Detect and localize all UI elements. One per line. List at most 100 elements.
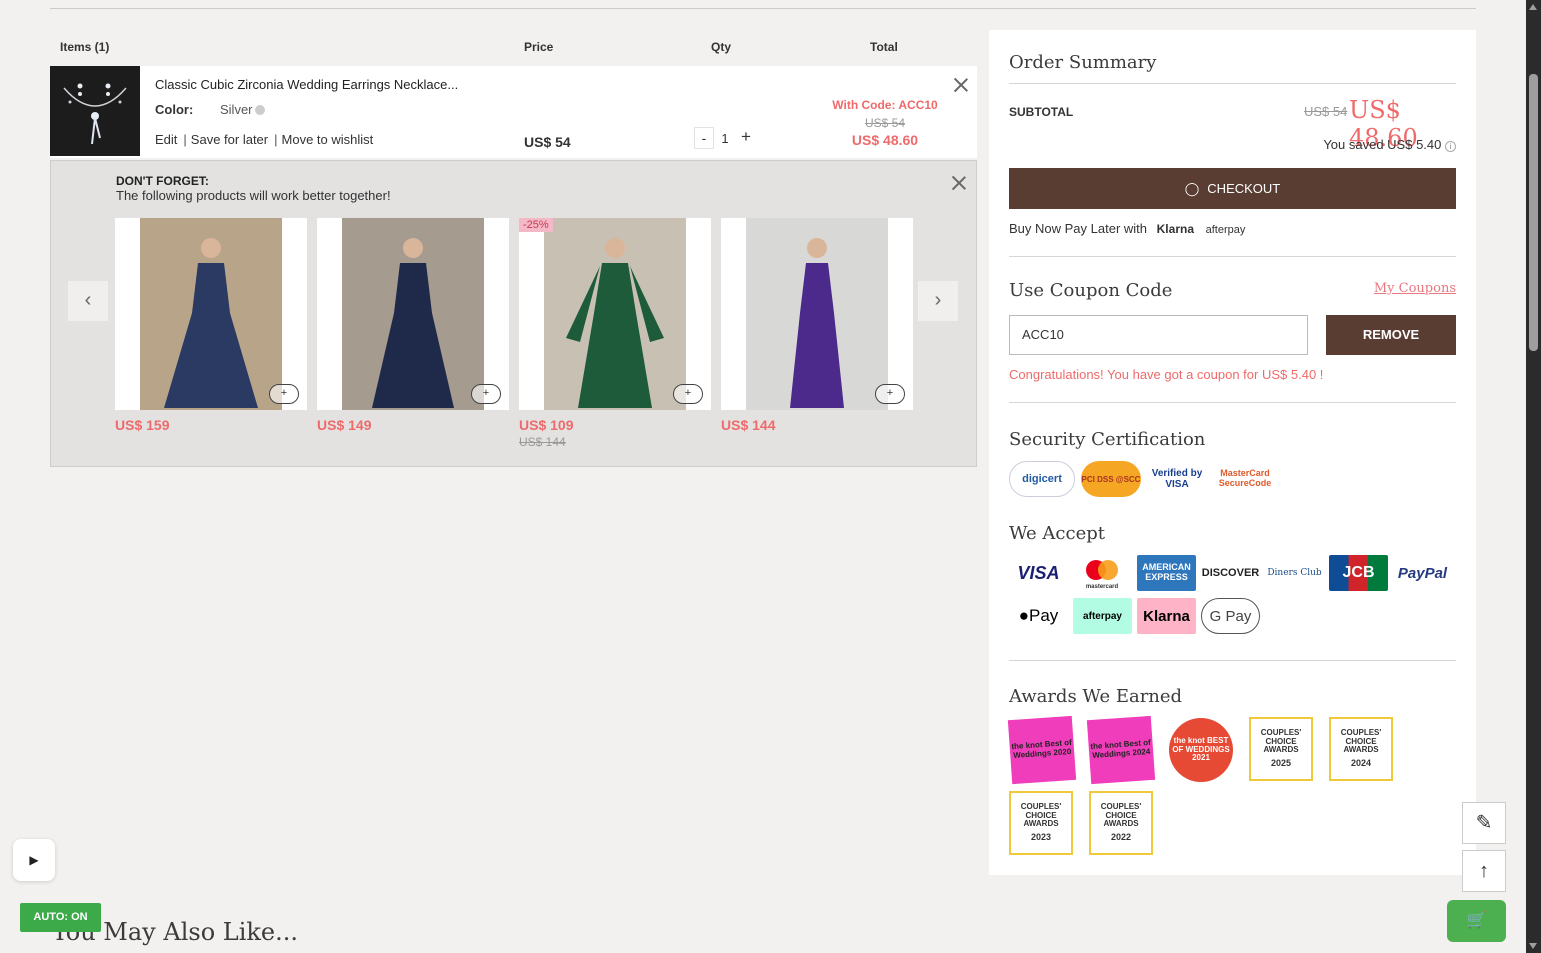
total-new-price: US$ 48.60: [851, 132, 919, 148]
scrollbar[interactable]: [1526, 0, 1541, 953]
bnpl-text: Buy Now Pay Later with: [1009, 221, 1148, 236]
paypal-logo: PayPal: [1397, 564, 1448, 582]
amex-logo: AMERICAN EXPRESS: [1137, 555, 1196, 591]
mastercard-circles-icon: mastercard: [1086, 560, 1119, 590]
shield-icon: ◯: [1184, 181, 1200, 196]
award-year: 2023: [1030, 832, 1052, 843]
coupon-input[interactable]: ACC10: [1009, 315, 1308, 355]
award-badge: the knot Best of Weddings 2024: [1086, 715, 1156, 785]
checkout-label: CHECKOUT: [1207, 181, 1281, 196]
product-image[interactable]: +: [115, 218, 307, 410]
qty-header: Qty: [711, 40, 732, 54]
mastercard-label: mastercard: [1086, 584, 1119, 590]
coupon-title: Use Coupon Code: [1009, 280, 1173, 301]
product-old-price: US$ 144: [519, 435, 566, 449]
product-image[interactable]: -25% +: [519, 218, 711, 410]
recommended-product[interactable]: -25% + US$ 109 US$ 144: [519, 218, 711, 449]
award-badge: COUPLES' CHOICE AWARDS 2024: [1329, 717, 1393, 781]
qty-value[interactable]: 1: [714, 131, 736, 146]
award-badge: COUPLES' CHOICE AWARDS 2022: [1089, 791, 1153, 855]
diners-club-logo: Diners Club: [1267, 568, 1322, 578]
coupon-code-note: With Code: ACC10: [832, 98, 938, 112]
scroll-down-arrow-icon[interactable]: [1529, 943, 1537, 949]
verified-by-visa-logo: Verified by VISA: [1151, 468, 1203, 490]
recommended-product[interactable]: + US$ 149: [317, 218, 509, 433]
carousel-prev-button[interactable]: ‹: [68, 281, 108, 321]
coupon-value: ACC10: [1022, 327, 1064, 342]
cart-header: Items (1) Price Qty Total: [50, 40, 977, 58]
quantity-stepper: - 1 +: [694, 126, 758, 150]
award-badge: COUPLES' CHOICE AWARDS 2025: [1249, 717, 1313, 781]
discover-logo: DISCOVER: [1201, 567, 1260, 579]
mastercard-logo: mastercard: [1073, 555, 1132, 591]
saved-amount: You saved US$ 5.40 i: [1323, 137, 1456, 152]
carousel-next-button[interactable]: ›: [918, 281, 958, 321]
product-photo: [140, 218, 282, 410]
recommended-product[interactable]: + US$ 144: [721, 218, 913, 433]
subtotal-label: SUBTOTAL: [1009, 105, 1074, 119]
awards-title: Awards We Earned: [1009, 686, 1183, 707]
payment-logos-row1: VISA mastercard AMERICAN EXPRESS DISCOVE…: [1009, 555, 1452, 591]
apple-pay-label: Pay: [1028, 606, 1059, 625]
product-price: US$ 144: [721, 417, 776, 433]
divider: [1009, 402, 1456, 403]
checkout-button[interactable]: ◯ CHECKOUT: [1009, 168, 1456, 209]
total-header: Total: [870, 40, 898, 54]
info-icon[interactable]: i: [1445, 141, 1456, 152]
coupon-success-message: Congratulations! You have got a coupon f…: [1009, 367, 1324, 382]
color-label: Color:: [155, 102, 194, 117]
separator: |: [274, 132, 278, 147]
floating-cart-icon[interactable]: 🛒: [1447, 900, 1506, 942]
subtotal-old-price: US$ 54: [1304, 104, 1348, 119]
add-to-bag-icon[interactable]: +: [875, 384, 905, 404]
award-text: COUPLES' CHOICE AWARDS: [1340, 727, 1382, 755]
product-photo: [342, 218, 484, 410]
klarna-logo: Klarna: [1156, 222, 1194, 236]
product-photo: [746, 218, 888, 410]
dont-forget-subtitle: The following products will work better …: [116, 188, 391, 203]
award-year: 2025: [1270, 758, 1292, 769]
add-to-bag-icon[interactable]: +: [269, 384, 299, 404]
payment-logos-row2: ● Pay afterpay Klarna G Pay: [1009, 598, 1260, 634]
play-icon[interactable]: ▶: [13, 839, 55, 881]
divider: [1009, 660, 1456, 661]
apple-pay-logo: ● Pay: [1009, 598, 1068, 634]
edit-link[interactable]: Edit: [155, 132, 177, 147]
scroll-up-arrow-icon[interactable]: [1529, 4, 1537, 10]
close-panel-icon[interactable]: [952, 176, 966, 190]
award-text: COUPLES' CHOICE AWARDS: [1260, 727, 1302, 755]
items-header: Items (1): [60, 40, 110, 54]
visa-logo: VISA: [1017, 562, 1060, 583]
auto-toggle-button[interactable]: AUTO: ON: [20, 903, 101, 932]
product-price: US$ 149: [317, 417, 372, 433]
my-coupons-link[interactable]: My Coupons: [1374, 281, 1456, 296]
product-image[interactable]: +: [317, 218, 509, 410]
remove-item-close-icon[interactable]: [954, 78, 968, 92]
product-image[interactable]: +: [721, 218, 913, 410]
color-value: Silver: [220, 102, 253, 117]
item-title[interactable]: Classic Cubic Zirconia Wedding Earrings …: [155, 77, 458, 92]
remove-coupon-button[interactable]: REMOVE: [1326, 315, 1456, 355]
apple-icon: ●: [1018, 606, 1029, 625]
bnpl-info: Buy Now Pay Later with Klarna afterpay: [1009, 221, 1245, 236]
add-to-bag-icon[interactable]: +: [471, 384, 501, 404]
add-to-bag-icon[interactable]: +: [673, 384, 703, 404]
clipboard-icon[interactable]: ✎: [1462, 802, 1506, 844]
dont-forget-title: DON'T FORGET:: [116, 174, 209, 188]
qty-decrease-button[interactable]: -: [694, 127, 714, 149]
back-to-top-icon[interactable]: ↑: [1462, 850, 1506, 892]
save-for-later-link[interactable]: Save for later: [191, 132, 268, 147]
afterpay-payment-logo: afterpay: [1073, 598, 1132, 634]
product-price: US$ 109: [519, 417, 574, 433]
product-price: US$ 159: [115, 417, 170, 433]
discount-badge: -25%: [519, 218, 553, 232]
recommended-product[interactable]: + US$ 159: [115, 218, 307, 433]
product-thumbnail[interactable]: [50, 66, 140, 156]
scrollbar-thumb[interactable]: [1529, 74, 1538, 351]
qty-increase-button[interactable]: +: [736, 127, 756, 149]
move-to-wishlist-link[interactable]: Move to wishlist: [282, 132, 374, 147]
award-badge: COUPLES' CHOICE AWARDS 2023: [1009, 791, 1073, 855]
item-total: With Code: ACC10 US$ 54 US$ 48.60: [790, 98, 980, 148]
award-text: COUPLES' CHOICE AWARDS: [1100, 801, 1142, 829]
award-year: 2024: [1350, 758, 1372, 769]
